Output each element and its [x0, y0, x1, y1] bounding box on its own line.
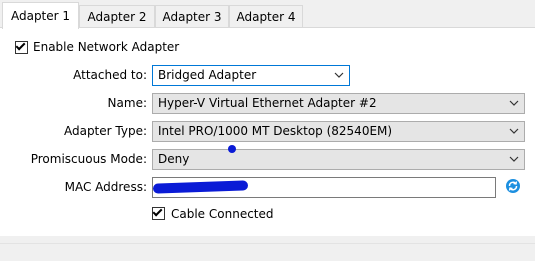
- promiscuous-mode-select[interactable]: Deny: [152, 149, 525, 170]
- name-value: Hyper-V Virtual Ethernet Adapter #2: [158, 96, 377, 110]
- redaction-dot: [228, 145, 236, 153]
- promiscuous-mode-label: Promiscuous Mode:: [30, 152, 147, 166]
- refresh-mac-icon[interactable]: [505, 178, 521, 194]
- mac-address-input[interactable]: [152, 177, 496, 198]
- attached-to-value: Bridged Adapter: [158, 68, 257, 82]
- name-select[interactable]: Hyper-V Virtual Ethernet Adapter #2: [152, 93, 525, 114]
- chevron-down-icon: [509, 128, 519, 134]
- mac-address-label: MAC Address:: [64, 180, 147, 194]
- cable-connected-checkbox[interactable]: [152, 206, 165, 220]
- tab-adapter-2[interactable]: Adapter 2: [79, 5, 155, 28]
- checkmark-icon: [15, 40, 26, 51]
- adapter-type-label: Adapter Type:: [63, 124, 147, 138]
- enable-network-adapter-checkbox[interactable]: [15, 40, 28, 54]
- adapter-settings-panel: Enable Network Adapter Attached to: Brid…: [0, 27, 535, 236]
- redaction-scribble: [153, 180, 249, 194]
- chevron-down-icon: [509, 156, 519, 162]
- attached-to-label: Attached to:: [73, 68, 147, 82]
- attached-to-select[interactable]: Bridged Adapter: [152, 65, 350, 86]
- adapter-type-select[interactable]: Intel PRO/1000 MT Desktop (82540EM): [152, 121, 525, 142]
- bottom-strip: [0, 243, 535, 261]
- cable-connected-label: Cable Connected: [171, 207, 274, 221]
- name-label: Name:: [107, 96, 147, 110]
- promiscuous-mode-value: Deny: [158, 152, 190, 166]
- enable-network-adapter-label: Enable Network Adapter: [33, 40, 180, 54]
- tab-adapter-1[interactable]: Adapter 1: [2, 2, 79, 29]
- checkmark-icon: [152, 206, 163, 217]
- tab-adapter-4[interactable]: Adapter 4: [229, 5, 303, 28]
- chevron-down-icon: [509, 100, 519, 106]
- tab-adapter-3[interactable]: Adapter 3: [155, 5, 229, 28]
- adapter-type-value: Intel PRO/1000 MT Desktop (82540EM): [158, 124, 393, 138]
- chevron-down-icon: [334, 72, 344, 78]
- tab-bar: Adapter 1 Adapter 2 Adapter 3 Adapter 4: [0, 0, 535, 29]
